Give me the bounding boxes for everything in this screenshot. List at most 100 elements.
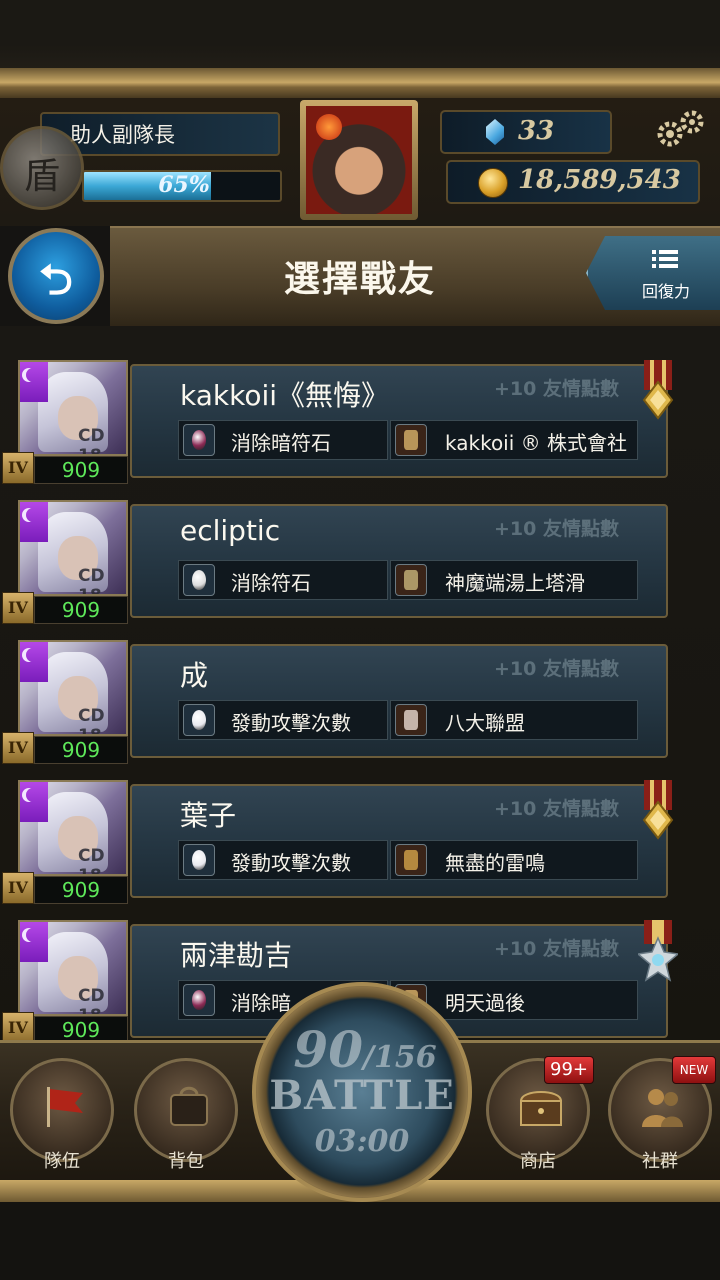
bag-icon: [170, 1086, 208, 1126]
friend-level: 909: [61, 458, 101, 482]
rank-badge: IV: [2, 872, 34, 904]
friend-row[interactable]: +10 友情點數 kakkoii《無悔》 消除暗符石 kakkoii ® 株式會…: [0, 360, 720, 488]
level-box: 909: [34, 736, 128, 764]
guild-eye-triangle-icon: [395, 564, 427, 596]
friend-name: 成: [180, 659, 209, 692]
player-title: 助人副隊長: [70, 123, 175, 147]
silver-star-medal-icon: [636, 920, 680, 984]
friend-name: 葉子: [180, 799, 237, 832]
bag-label: 背包: [168, 1151, 204, 1172]
guild-name: 八大聯盟: [445, 711, 525, 735]
friend-points-label: +10 友情點數: [494, 518, 619, 540]
guild-name: 明天過後: [445, 991, 525, 1015]
stamina-timer: 03:00: [314, 1124, 410, 1159]
guild-info: 神魔端湯上塔滑: [390, 560, 638, 600]
dark-attribute-icon: [20, 782, 48, 822]
guild-info: kakkoii ® 株式會社: [390, 420, 638, 460]
top-ornament: [0, 0, 720, 102]
rune-stone-icon: [183, 984, 215, 1016]
page-title: 選擇戰友: [283, 259, 436, 300]
friend-name: kakkoii《無悔》: [180, 379, 390, 412]
recover-label: 回復力: [641, 282, 690, 301]
leader-skill: 消除符石: [178, 560, 388, 600]
flag-icon: [47, 1087, 83, 1127]
friend-row[interactable]: +10 友情點數 ecliptic 消除符石 神魔端湯上塔滑 CD 18 IV …: [0, 500, 720, 628]
settings-gear-icon[interactable]: [650, 104, 710, 154]
social-label: 社群: [642, 1151, 678, 1172]
level-box: 909: [34, 876, 128, 904]
team-label: 隊伍: [44, 1151, 80, 1172]
friend-row[interactable]: +10 友情點數 成 發動攻擊次數 八大聯盟 CD 18 IV 909: [0, 640, 720, 768]
friend-points-label: +10 友情點數: [494, 658, 619, 680]
leader-skill: 發動攻擊次數: [178, 700, 388, 740]
stamina-max: /156: [363, 1040, 437, 1075]
friend-leader-portrait[interactable]: CD 18: [18, 500, 128, 596]
coin-count: 18,589,543: [518, 165, 681, 195]
stamina-current: 90: [293, 1020, 363, 1079]
exp-percent: 65%: [158, 172, 210, 198]
treasure-chest-icon: [519, 1091, 563, 1126]
bottom-base: [0, 1202, 720, 1280]
guild-info: 八大聯盟: [390, 700, 638, 740]
friend-level: 909: [61, 738, 101, 762]
coin-icon: [478, 168, 508, 198]
friend-points-label: +10 友情點數: [494, 378, 619, 400]
friend-points-label: +10 友情點數: [494, 938, 619, 960]
rank-badge: IV: [2, 592, 34, 624]
friend-leader-portrait[interactable]: CD 18: [18, 640, 128, 736]
friend-level: 909: [61, 878, 101, 902]
rune-stone-icon: [183, 564, 215, 596]
exp-bar: 65%: [82, 170, 282, 202]
dark-attribute-icon: [20, 642, 48, 682]
guild-emblem-icon: [395, 424, 427, 456]
back-arrow-icon: ⮌: [39, 255, 73, 304]
friend-leader-portrait[interactable]: CD 18: [18, 780, 128, 876]
gold-medal-icon: [638, 780, 678, 844]
friend-level: 909: [61, 1018, 101, 1042]
skill-text: 發動攻擊次數: [231, 851, 351, 875]
rank-emblem-icon[interactable]: 盾: [0, 126, 84, 210]
rune-stone-icon: [183, 424, 215, 456]
friend-level: 909: [61, 598, 101, 622]
friend-points-label: +10 友情點數: [494, 798, 619, 820]
guild-blades-icon: [395, 844, 427, 876]
skill-text: 消除暗: [231, 991, 291, 1015]
battle-label: BATTLE: [269, 1072, 455, 1119]
dark-attribute-icon: [20, 922, 48, 962]
social-new-badge: NEW: [672, 1056, 716, 1084]
cooldown-label: CD 18: [78, 986, 105, 1016]
friend-row[interactable]: +10 友情點數 葉子 發動攻擊次數 無盡的雷鳴 CD 18 IV 909: [0, 780, 720, 908]
leader-skill: 消除暗符石: [178, 420, 388, 460]
shop-badge: 99+: [544, 1056, 594, 1084]
friend-name: ecliptic: [180, 514, 281, 547]
rune-stone-icon: [183, 704, 215, 736]
people-icon: [642, 1089, 683, 1127]
friend-leader-portrait[interactable]: CD 18: [18, 920, 128, 1016]
friend-leader-portrait[interactable]: CD 18: [18, 360, 128, 456]
cooldown-label: CD 18: [78, 706, 105, 736]
list-icon: [652, 250, 678, 268]
level-box: 909: [34, 596, 128, 624]
rank-badge: IV: [2, 452, 34, 484]
guild-rose-icon: [395, 704, 427, 736]
skill-text: 發動攻擊次數: [231, 711, 351, 735]
skill-text: 消除符石: [231, 571, 311, 595]
player-avatar[interactable]: [300, 100, 418, 220]
friend-name: 兩津勘吉: [180, 939, 293, 972]
cooldown-label: CD 18: [78, 566, 105, 596]
cooldown-label: CD 18: [78, 846, 105, 876]
leader-skill: 發動攻擊次數: [178, 840, 388, 880]
dark-attribute-icon: [20, 362, 48, 402]
guild-name: 無盡的雷鳴: [445, 851, 545, 875]
skill-text: 消除暗符石: [231, 431, 331, 455]
rank-badge: IV: [2, 732, 34, 764]
gold-medal-icon: [638, 360, 678, 424]
shop-label: 商店: [520, 1151, 556, 1172]
back-button[interactable]: ⮌: [8, 228, 104, 324]
dark-attribute-icon: [20, 502, 48, 542]
guild-name: kakkoii ® 株式會社: [445, 431, 628, 455]
gem-count: 33: [518, 116, 555, 146]
guild-name: 神魔端湯上塔滑: [445, 571, 585, 595]
guild-info: 無盡的雷鳴: [390, 840, 638, 880]
stamina-readout: 90/156: [270, 1020, 460, 1079]
